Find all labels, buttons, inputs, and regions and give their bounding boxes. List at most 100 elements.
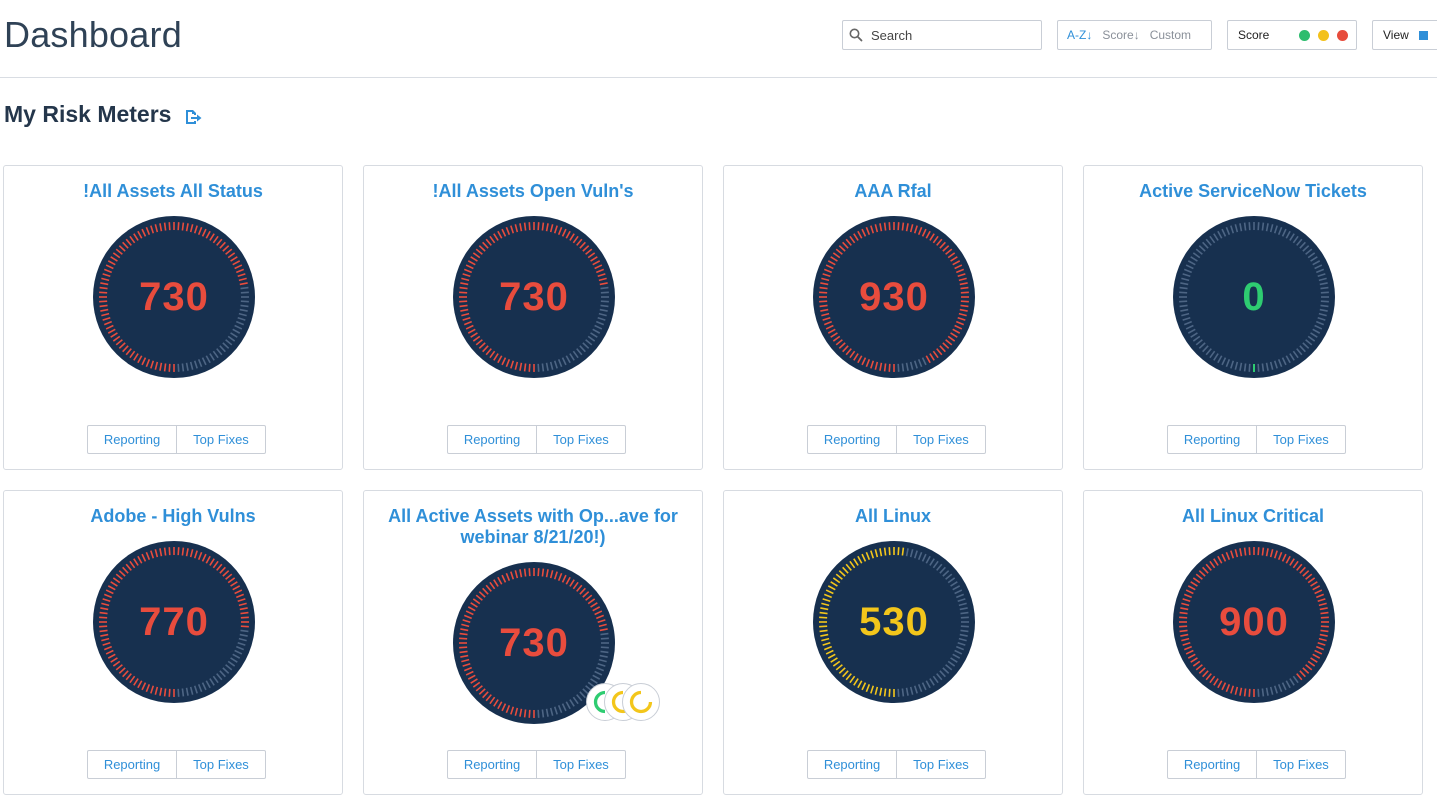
reporting-button[interactable]: Reporting: [88, 426, 176, 453]
gauge-tick: [1258, 547, 1259, 555]
risk-gauge[interactable]: 730: [92, 215, 256, 379]
meter-title[interactable]: !All Assets Open Vuln's: [374, 181, 692, 202]
gauge-tick: [165, 223, 166, 231]
gauge-tick: [182, 363, 183, 371]
gauge-tick: [460, 634, 468, 635]
risk-gauge[interactable]: 530: [812, 540, 976, 704]
reporting-button[interactable]: Reporting: [808, 751, 896, 778]
gauge-tick: [169, 222, 170, 230]
gauge-tick: [902, 363, 903, 371]
meter-title[interactable]: AAA Rfal: [734, 181, 1052, 202]
reporting-button[interactable]: Reporting: [1168, 751, 1256, 778]
meter-title[interactable]: All Active Assets with Op...ave for webi…: [374, 506, 692, 548]
gauge-tick: [169, 547, 170, 555]
section-title: My Risk Meters: [4, 101, 171, 128]
top-fixes-button[interactable]: Top Fixes: [176, 751, 265, 778]
gauge-tick: [1245, 363, 1246, 371]
gauge-face: [93, 541, 255, 703]
risk-gauge[interactable]: 730: [452, 215, 616, 379]
top-fixes-button[interactable]: Top Fixes: [896, 426, 985, 453]
view-toggle[interactable]: View: [1372, 20, 1437, 50]
meter-title[interactable]: All Linux: [734, 506, 1052, 527]
gauge-tick: [1180, 305, 1188, 306]
sort-arrow-down-icon: ↓: [1086, 28, 1092, 42]
gauge-tick: [460, 288, 468, 289]
gauge-tick: [961, 292, 969, 293]
gauge-tick: [820, 630, 828, 631]
reporting-button[interactable]: Reporting: [88, 751, 176, 778]
gauge-tick: [1179, 301, 1187, 302]
gauge-tick: [1320, 288, 1328, 289]
top-fixes-button[interactable]: Top Fixes: [896, 751, 985, 778]
gauge-tick: [169, 689, 170, 697]
gauge-tick: [182, 688, 183, 696]
gauge-tick: [1180, 288, 1188, 289]
risk-gauge[interactable]: 0: [1172, 215, 1336, 379]
gauge-tick: [178, 364, 179, 372]
risk-meter-card: !All Assets Open Vuln's 730 Reporting To…: [363, 165, 703, 470]
gauge-tick: [889, 364, 890, 372]
gauge-tick: [1321, 626, 1329, 627]
score-filter-yellow-dot[interactable]: [1318, 30, 1329, 41]
gauge-tick: [1249, 547, 1250, 555]
meter-actions: Reporting Top Fixes: [1167, 425, 1346, 454]
meter-title[interactable]: Adobe - High Vulns: [14, 506, 332, 527]
top-fixes-button[interactable]: Top Fixes: [176, 426, 265, 453]
gauge-tick: [1258, 222, 1259, 230]
gauge-face: [1173, 216, 1335, 378]
gauge-tick: [960, 630, 968, 631]
gauge-tick: [182, 223, 183, 231]
gauge-tick: [100, 305, 108, 306]
sort-custom-button[interactable]: Custom: [1150, 28, 1191, 42]
risk-gauge[interactable]: 930: [812, 215, 976, 379]
gauge-tick: [460, 651, 468, 652]
meter-actions: Reporting Top Fixes: [87, 425, 266, 454]
sort-az-button[interactable]: A-Z↓: [1067, 28, 1092, 42]
gauge-tick: [529, 222, 530, 230]
risk-gauge[interactable]: 900: [1172, 540, 1336, 704]
gauge-tick: [178, 547, 179, 555]
risk-gauge[interactable]: 770: [92, 540, 256, 704]
meter-title[interactable]: Active ServiceNow Tickets: [1094, 181, 1412, 202]
gauge-tick: [898, 547, 899, 555]
mini-yellow-meter-icon[interactable]: [622, 683, 660, 721]
top-fixes-button[interactable]: Top Fixes: [536, 751, 625, 778]
gauge-tick: [820, 613, 828, 614]
gauge-tick: [1262, 548, 1263, 556]
export-icon[interactable]: [185, 109, 203, 125]
top-fixes-button[interactable]: Top Fixes: [1256, 426, 1345, 453]
meter-title[interactable]: !All Assets All Status: [14, 181, 332, 202]
search-input[interactable]: [871, 25, 1037, 45]
grid-view-icon[interactable]: [1419, 31, 1428, 40]
gauge-tick: [1179, 626, 1187, 627]
gauge-tick: [538, 568, 539, 576]
gauge-tick: [960, 288, 968, 289]
sort-score-button[interactable]: Score↓: [1102, 28, 1139, 42]
search-box[interactable]: [842, 20, 1042, 50]
gauge-tick: [1258, 364, 1259, 372]
gauge-tick: [902, 223, 903, 231]
reporting-button[interactable]: Reporting: [448, 751, 536, 778]
gauge-tick: [1179, 292, 1187, 293]
gauge-tick: [600, 651, 608, 652]
reporting-button[interactable]: Reporting: [808, 426, 896, 453]
gauge-tick: [1258, 689, 1259, 697]
reporting-button[interactable]: Reporting: [1168, 426, 1256, 453]
meter-title[interactable]: All Linux Critical: [1094, 506, 1412, 527]
top-fixes-button[interactable]: Top Fixes: [1256, 751, 1345, 778]
meter-actions: Reporting Top Fixes: [447, 425, 626, 454]
gauge-tick: [885, 223, 886, 231]
gauge-tick: [1262, 363, 1263, 371]
gauge-tick: [1320, 630, 1328, 631]
reporting-button[interactable]: Reporting: [448, 426, 536, 453]
score-filter-green-dot[interactable]: [1299, 30, 1310, 41]
gauge-tick: [459, 638, 467, 639]
gauge-face: [93, 216, 255, 378]
gauge-tick: [1321, 292, 1329, 293]
gauge-tick: [1180, 613, 1188, 614]
page-title: Dashboard: [4, 14, 182, 56]
risk-meter-card: !All Assets All Status 730 Reporting Top…: [3, 165, 343, 470]
score-filter-red-dot[interactable]: [1337, 30, 1348, 41]
top-fixes-button[interactable]: Top Fixes: [536, 426, 625, 453]
gauge-tick: [525, 223, 526, 231]
